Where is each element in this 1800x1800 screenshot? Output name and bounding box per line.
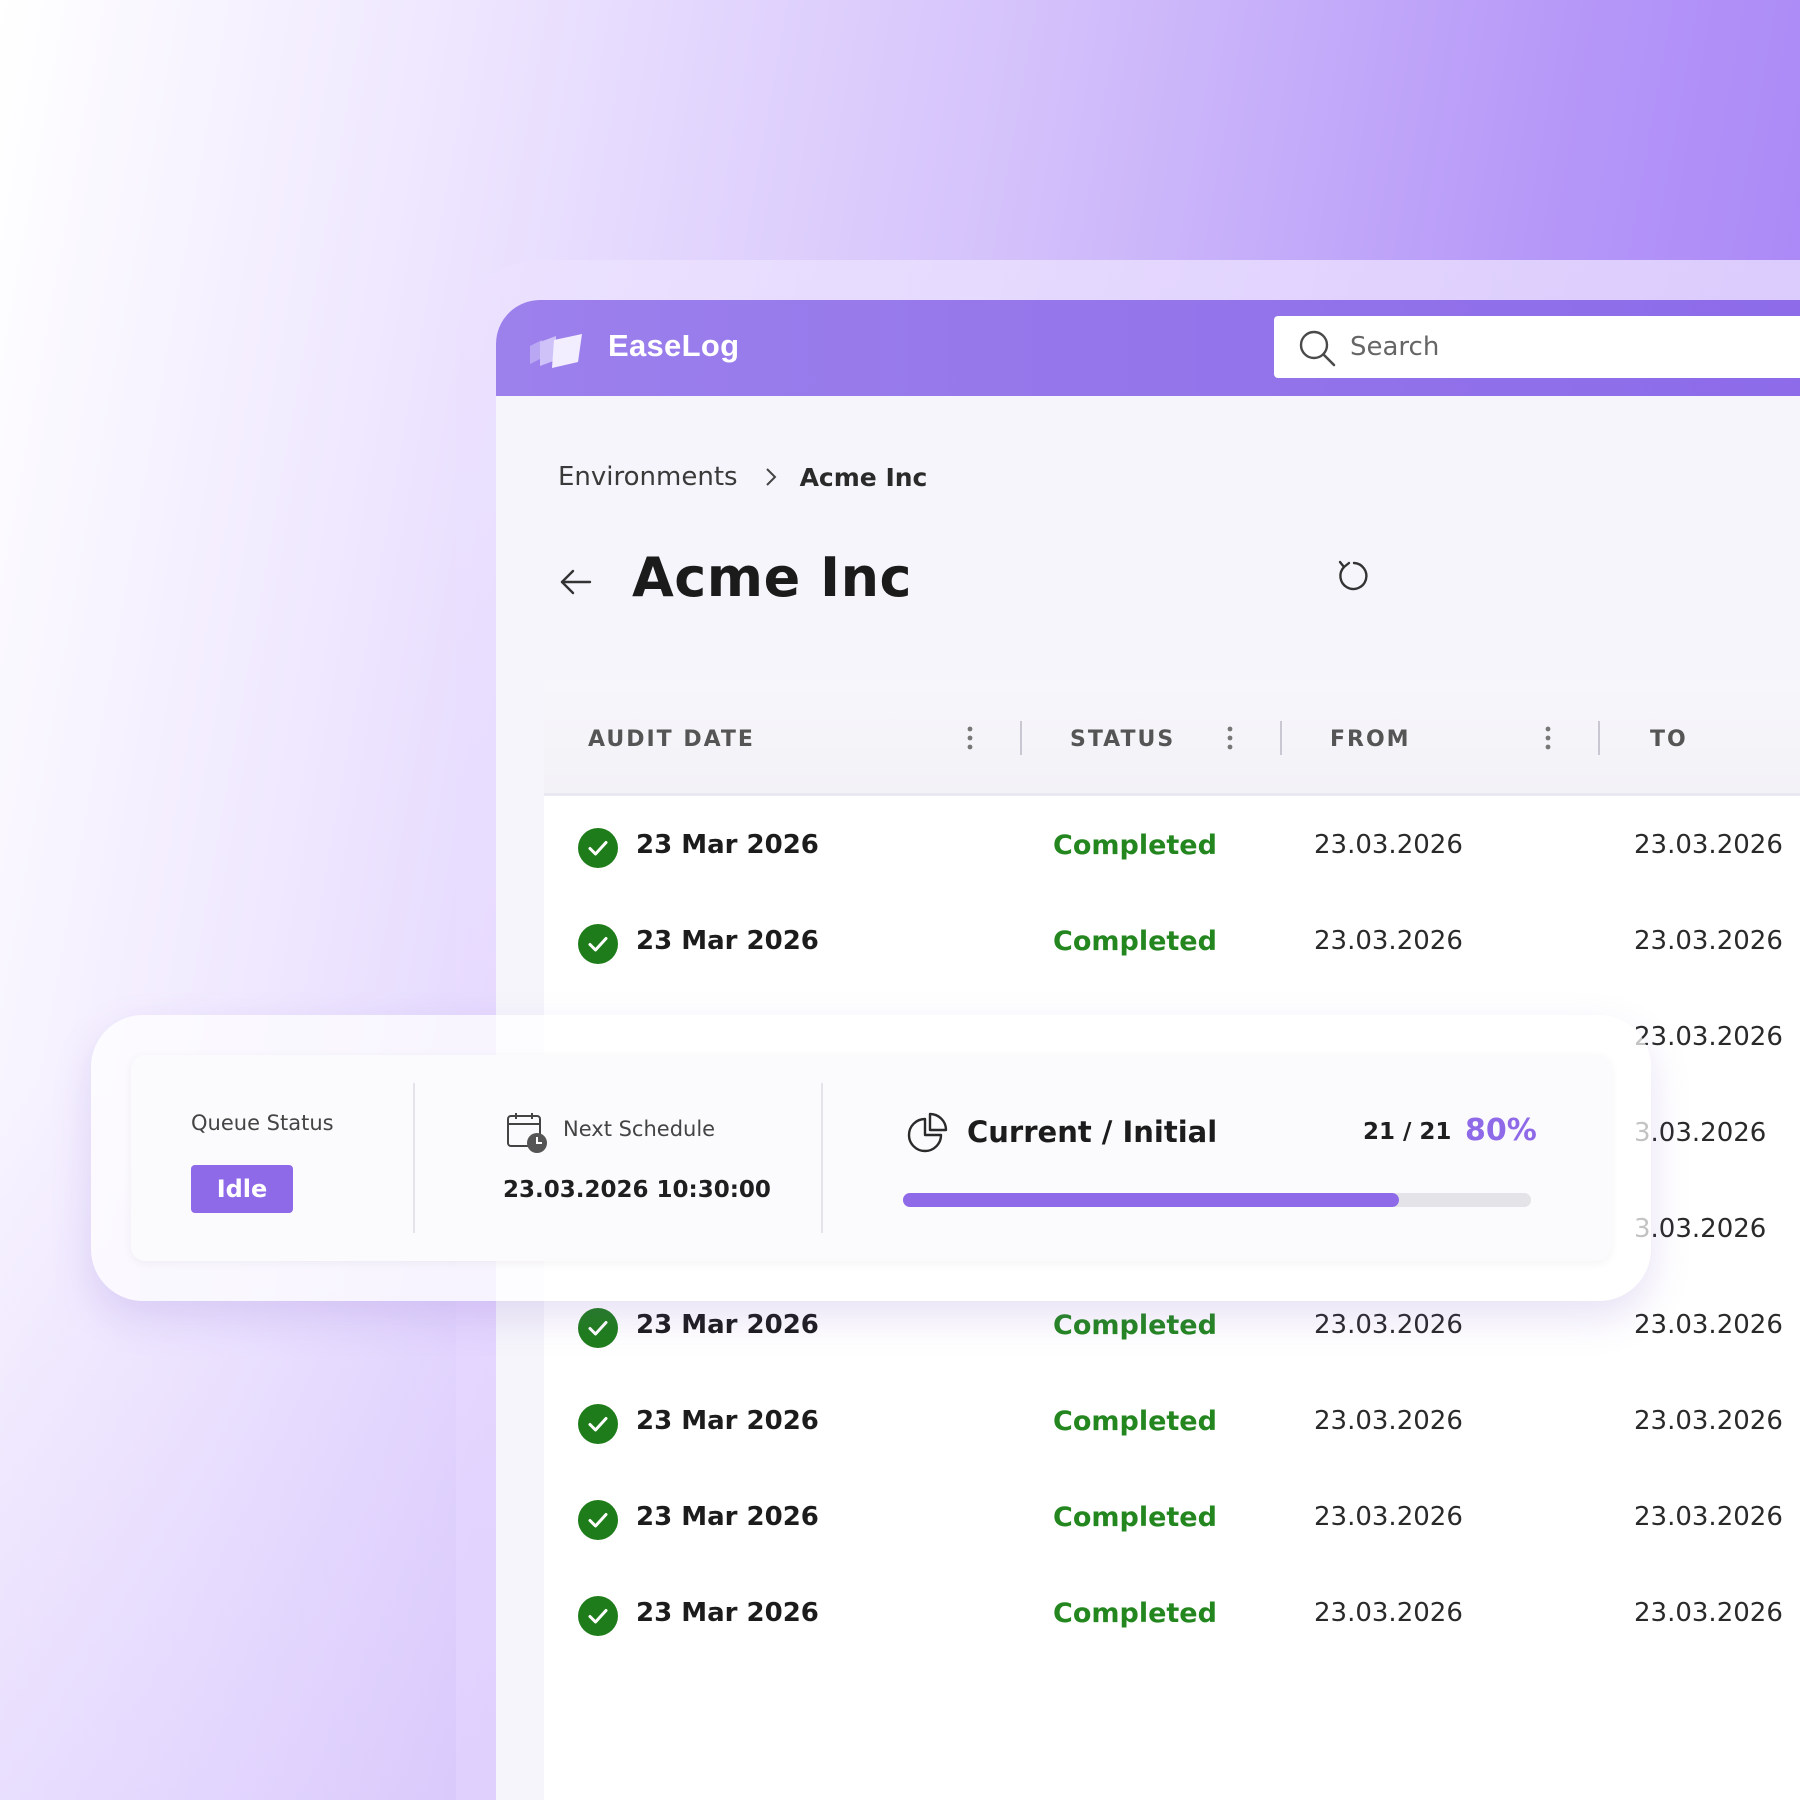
search-box[interactable]: [1274, 316, 1800, 378]
table-row[interactable]: 23 Mar 2026 Completed 23.03.2026 23.03.2026: [544, 798, 1800, 894]
from-date-cell: 23.03.2026: [1314, 1406, 1463, 1436]
audit-date-cell: 23 Mar 2026: [636, 1310, 819, 1340]
refresh-icon[interactable]: [1336, 558, 1372, 594]
progress-bar: [903, 1193, 1531, 1207]
top-bar: EaseLog: [496, 300, 1800, 396]
progress-count: 21 / 21: [1363, 1119, 1452, 1145]
table-row[interactable]: 23 Mar 2026 Completed 23.03.2026 23.03.2026: [544, 894, 1800, 990]
column-resize-handle[interactable]: [1020, 721, 1022, 755]
column-resize-handle[interactable]: [1598, 721, 1600, 755]
arrow-left-icon[interactable]: [558, 564, 594, 600]
status-card-frame: Queue Status Idle Next Schedule 23.03.20…: [91, 1015, 1651, 1301]
audit-date-cell: 23 Mar 2026: [636, 1598, 819, 1628]
breadcrumb-environments[interactable]: Environments: [558, 462, 738, 492]
from-date-cell: 23.03.2026: [1314, 1598, 1463, 1628]
column-resize-handle[interactable]: [1280, 721, 1282, 755]
to-date-cell: 23.03.2026: [1634, 830, 1783, 860]
queue-status-badge: Idle: [191, 1165, 293, 1213]
to-date-cell: 23.03.2026: [1634, 1022, 1783, 1052]
chevron-right-icon: [765, 468, 776, 486]
divider: [413, 1083, 415, 1233]
from-date-cell: 23.03.2026: [1314, 926, 1463, 956]
to-date-cell: 23.03.2026: [1634, 1598, 1783, 1628]
check-circle-icon: [578, 1500, 618, 1540]
check-circle-icon: [578, 1308, 618, 1348]
table-row[interactable]: 23 Mar 2026 Completed 23.03.2026 23.03.2026: [544, 1470, 1800, 1566]
column-header-to[interactable]: TO: [1650, 727, 1688, 752]
to-date-cell: 3.03.2026: [1634, 1118, 1767, 1148]
next-schedule-label: Next Schedule: [563, 1117, 716, 1141]
status-cell: Completed: [1053, 1502, 1217, 1533]
audit-date-cell: 23 Mar 2026: [636, 926, 819, 956]
status-cell: Completed: [1053, 1310, 1217, 1341]
title-row: Acme Inc: [558, 546, 1358, 626]
next-schedule-value: 23.03.2026 10:30:00: [503, 1177, 771, 1203]
calendar-clock-icon: [507, 1113, 547, 1153]
audit-date-cell: 23 Mar 2026: [636, 1406, 819, 1436]
to-date-cell: 23.03.2026: [1634, 1310, 1783, 1340]
table-row[interactable]: 23 Mar 2026 Completed 23.03.2026 23.03.2026: [544, 1566, 1800, 1662]
page-title: Acme Inc: [632, 546, 913, 609]
to-date-cell: 3.03.2026: [1634, 1214, 1767, 1244]
app-name[interactable]: EaseLog: [608, 328, 739, 364]
to-date-cell: 23.03.2026: [1634, 1406, 1783, 1436]
column-header-status[interactable]: STATUS: [1070, 727, 1175, 752]
column-menu-icon[interactable]: [1226, 725, 1234, 751]
column-menu-icon[interactable]: [966, 725, 974, 751]
to-date-cell: 23.03.2026: [1634, 926, 1783, 956]
audit-date-cell: 23 Mar 2026: [636, 830, 819, 860]
check-circle-icon: [578, 828, 618, 868]
status-card: Queue Status Idle Next Schedule 23.03.20…: [131, 1055, 1611, 1261]
check-circle-icon: [578, 924, 618, 964]
table-row[interactable]: 23 Mar 2026 Completed 23.03.2026 23.03.2026: [544, 1374, 1800, 1470]
breadcrumb: Environments Acme Inc: [558, 462, 927, 492]
from-date-cell: 23.03.2026: [1314, 1310, 1463, 1340]
to-date-cell: 23.03.2026: [1634, 1502, 1783, 1532]
table-header: AUDIT DATE STATUS FROM TO: [544, 681, 1800, 796]
status-cell: Completed: [1053, 1406, 1217, 1437]
pie-chart-icon: [907, 1112, 948, 1153]
check-circle-icon: [578, 1596, 618, 1636]
column-menu-icon[interactable]: [1544, 725, 1552, 751]
check-circle-icon: [578, 1404, 618, 1444]
progress-title: Current / Initial: [967, 1115, 1218, 1149]
breadcrumb-current: Acme Inc: [799, 462, 928, 492]
progress-percent: 80%: [1465, 1113, 1537, 1148]
audit-date-cell: 23 Mar 2026: [636, 1502, 819, 1532]
queue-status-label: Queue Status: [191, 1111, 334, 1135]
status-cell: Completed: [1053, 926, 1217, 957]
column-header-from[interactable]: FROM: [1330, 727, 1411, 752]
column-header-audit-date[interactable]: AUDIT DATE: [588, 727, 755, 752]
app-logo-icon[interactable]: [530, 334, 582, 368]
status-cell: Completed: [1053, 1598, 1217, 1629]
status-cell: Completed: [1053, 830, 1217, 861]
search-input[interactable]: [1350, 324, 1750, 370]
search-icon[interactable]: [1298, 329, 1336, 367]
from-date-cell: 23.03.2026: [1314, 1502, 1463, 1532]
progress-bar-fill: [903, 1193, 1400, 1207]
divider: [821, 1083, 823, 1233]
page-background: EaseLog Environments Acme Inc: [0, 0, 1800, 1800]
from-date-cell: 23.03.2026: [1314, 830, 1463, 860]
